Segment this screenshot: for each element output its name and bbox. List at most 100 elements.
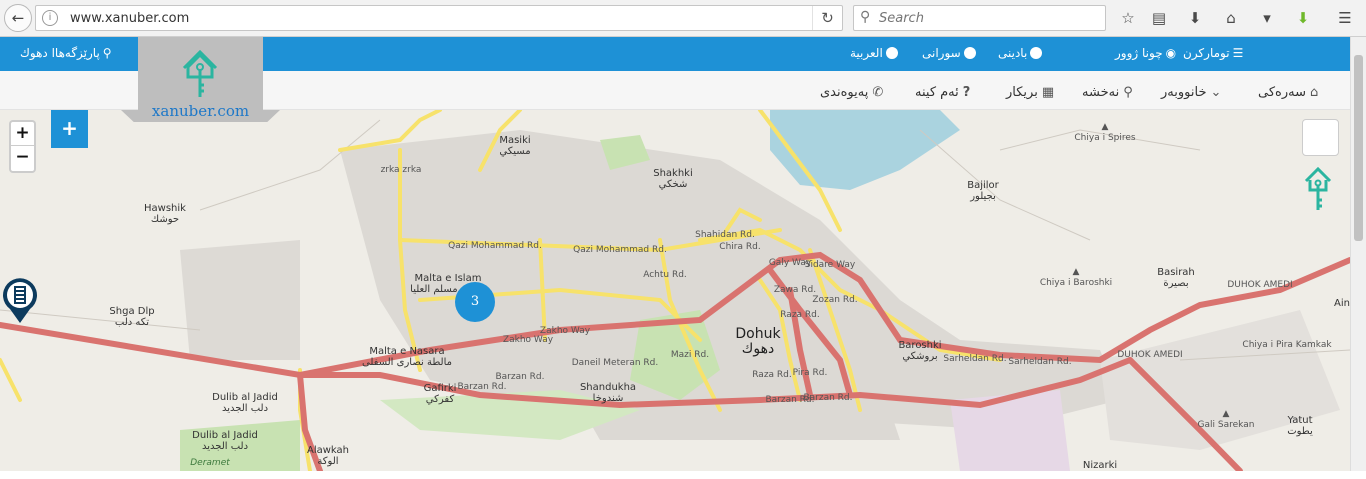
question-icon: ? [962, 85, 971, 100]
road-label: Mazi Rd. [670, 350, 710, 360]
reader-icon[interactable]: ▤ [1148, 7, 1170, 29]
back-arrow-icon[interactable]: ← [4, 4, 32, 32]
zoom-out-button[interactable]: − [11, 146, 34, 170]
road-label: Qazi Mohammad Rd. [448, 241, 542, 251]
star-icon[interactable]: ☆ [1117, 7, 1139, 29]
place-label: Shandukha شندوخا [579, 382, 637, 404]
road-label: Barzan Rd. [803, 393, 853, 403]
office-marker-icon[interactable] [0, 277, 40, 325]
road-label: Shahidan Rd. [695, 230, 755, 240]
map-base-layer [0, 110, 1350, 471]
road-label: Zozan Rd. [812, 295, 858, 305]
place-label: Malta e Nasara مالطة نصارى السفلى [362, 346, 452, 368]
nav-faq-label: ئەم کینە [915, 85, 959, 100]
nav-home[interactable]: سەرەکی ⌂ [1258, 85, 1318, 100]
place-label-city: Dohuk دهوك [735, 326, 781, 357]
peak-label: Chiya i Pira Kamkak [1242, 340, 1332, 350]
register-link[interactable]: تومارکرن ☰ [1183, 46, 1243, 60]
place-label: Basirah بصيرة [1157, 267, 1195, 289]
menu-icon[interactable]: ☰ [1334, 7, 1356, 29]
road-label: zrka zrka [380, 165, 422, 175]
globe-icon [885, 47, 898, 59]
browser-search-input[interactable] [879, 9, 1099, 28]
scrollbar-thumb[interactable] [1354, 55, 1363, 241]
nav-office[interactable]: بریکار ▦ [1006, 85, 1054, 100]
page-scrollbar[interactable] [1350, 37, 1366, 471]
lang-arabic-label: العربية [850, 46, 883, 60]
search-icon: ⚲ [860, 9, 871, 25]
road-label: Barzan Rd. [457, 382, 507, 392]
address-bar[interactable]: i www.xanuber.com ↻ [35, 5, 843, 31]
nav-home-label: سەرەکی [1258, 85, 1306, 100]
marker-cluster[interactable]: 3 [455, 282, 495, 322]
lang-badini-label: بادینی [998, 46, 1028, 60]
globe-icon [963, 47, 976, 59]
browser-search-box[interactable]: ⚲ [853, 5, 1106, 31]
pocket-icon[interactable]: ▾ [1256, 7, 1278, 29]
place-label: Nizarki [1082, 460, 1118, 471]
download-icon[interactable]: ⬇ [1184, 7, 1206, 29]
road-label: DUHOK AMEDI [1227, 280, 1293, 290]
road-label: Raza Rd. [780, 310, 820, 320]
road-label: Achtu Rd. [643, 270, 687, 280]
peak-label: ▲ Chiya i Baroshki [1039, 267, 1113, 288]
home-icon: ⌂ [1309, 85, 1319, 100]
building-icon: ▦ [1041, 85, 1055, 100]
lang-badini-link[interactable]: بادینی [998, 46, 1043, 60]
globe-icon [1030, 47, 1043, 59]
add-listing-button[interactable]: + [51, 110, 88, 148]
logo-text: xanuber.com [151, 102, 250, 120]
road-label: DUHOK AMEDI [1117, 350, 1183, 360]
layer-toggle-button[interactable] [1302, 119, 1339, 156]
road-label: Zawa Rd. [773, 285, 817, 295]
login-link[interactable]: چونا ژوور ◉ [1115, 46, 1176, 60]
place-label: Dulib al Jadid دلب الجديد [192, 430, 258, 452]
zoom-control: + − [9, 120, 36, 173]
place-label: Dulib al Jadid دلب الجديد [212, 392, 278, 414]
road-label: Sidare Way [804, 260, 856, 270]
place-label: Deramet [190, 458, 230, 468]
lang-arabic-link[interactable]: العربية [850, 46, 898, 60]
addon-icon[interactable]: ⬇ [1292, 7, 1314, 29]
road-label: Pira Rd. [792, 368, 828, 378]
browser-toolbar: ← i www.xanuber.com ↻ ⚲ ☆ ▤ ⬇ ⌂ ▾ ⬇ ☰ [0, 0, 1366, 37]
place-label: Bajilor بجيلور [967, 180, 999, 202]
place-label: Gafirki كفركي [423, 383, 457, 405]
nav-property[interactable]: خانووبەر ⌄ [1161, 85, 1221, 100]
map-canvas[interactable]: Masiki مسيكي Shakhki شخكي Hawshik حوشك Malt… [0, 110, 1350, 471]
nav-map[interactable]: نەخشە ⚲ [1082, 85, 1133, 100]
house-key-icon [1304, 166, 1332, 210]
city-label: پارێزگەهاا دهوك [20, 46, 100, 60]
place-label: Shakhki شخكي [653, 168, 693, 190]
url-text[interactable]: www.xanuber.com [70, 11, 189, 26]
city-selector[interactable]: پارێزگەهاا دهوك ⚲ [20, 46, 112, 60]
register-label: تومارکرن [1183, 46, 1230, 60]
login-label: چونا ژوور [1115, 46, 1163, 60]
nav-faq[interactable]: ئەم کینە? [915, 85, 970, 100]
info-icon[interactable]: i [42, 10, 58, 26]
place-label: Alawkah الوكة [306, 445, 350, 467]
peak-label: ▲ Chiya i Spires [1074, 122, 1136, 143]
list-icon: ☰ [1232, 46, 1244, 60]
lang-sorani-link[interactable]: سورانی [922, 46, 976, 60]
peak-label: ▲ Gali Sarekan [1197, 409, 1255, 430]
road-label: Sarheldan Rd. [943, 354, 1007, 364]
house-key-icon [182, 49, 218, 97]
place-label: Shga Dlp تكه دلب [109, 306, 155, 328]
road-label: Raza Rd. [752, 370, 792, 380]
road-label: Chira Rd. [719, 242, 761, 252]
lang-sorani-label: سورانی [922, 46, 961, 60]
reload-icon[interactable]: ↻ [812, 6, 842, 30]
home-icon[interactable]: ⌂ [1220, 7, 1242, 29]
nav-contact-label: پەیوەندی [820, 85, 869, 100]
page-bottom [0, 471, 1366, 479]
lock-icon: ◉ [1165, 46, 1177, 60]
site-logo[interactable]: xanuber.com [138, 37, 263, 121]
road-label: Zakho Way [539, 326, 591, 336]
nav-contact[interactable]: پەیوەندی ✆ [820, 85, 883, 100]
place-label: Yatut يطوت [1287, 415, 1313, 437]
zoom-in-button[interactable]: + [11, 122, 34, 146]
place-label: Masiki مسيكي [499, 135, 531, 157]
place-label: Hawshik حوشك [144, 203, 186, 225]
chevron-down-icon: ⌄ [1210, 85, 1222, 100]
